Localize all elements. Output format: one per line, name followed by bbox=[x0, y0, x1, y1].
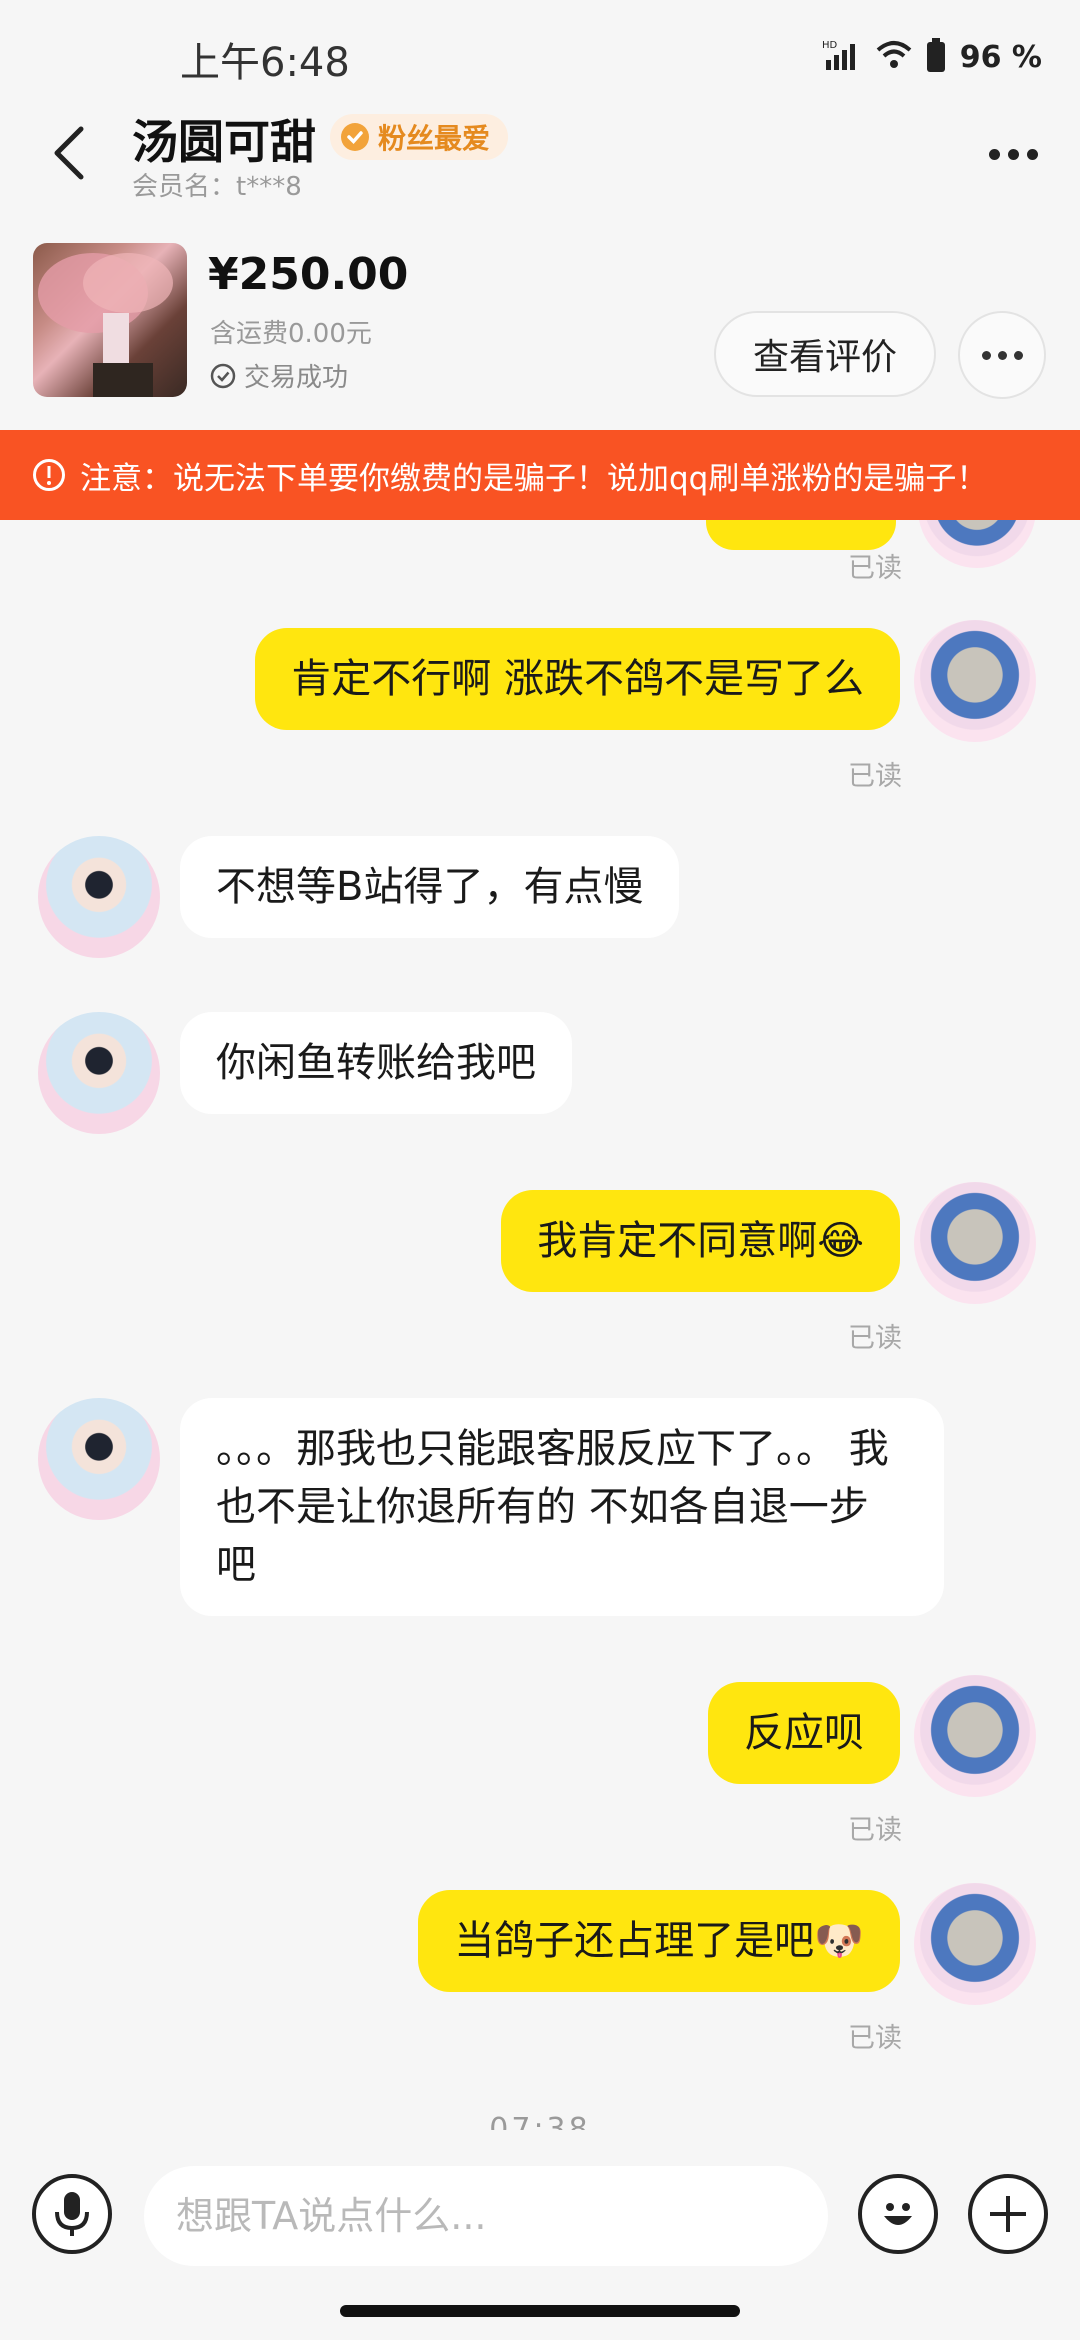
signal-icon: HD bbox=[822, 38, 862, 76]
message-bubble-in[interactable]: 不想等B站得了，有点慢 bbox=[180, 836, 680, 938]
badge-label: 粉丝最爱 bbox=[378, 122, 491, 155]
home-indicator[interactable] bbox=[340, 2305, 740, 2317]
product-price: ¥250.00 bbox=[208, 249, 409, 300]
message-bubble-in[interactable]: 你闲鱼转账给我吧 bbox=[180, 1012, 572, 1114]
avatar-self[interactable] bbox=[918, 520, 1036, 568]
status-bar: 上午6:48 HD 96 % bbox=[0, 0, 1080, 110]
fan-badge: 粉丝最爱 bbox=[330, 114, 509, 160]
product-thumbnail[interactable] bbox=[33, 243, 187, 397]
add-attachment-button[interactable] bbox=[968, 2174, 1048, 2254]
trade-status: 交易成功 bbox=[210, 357, 348, 394]
trade-status-label: 交易成功 bbox=[244, 363, 349, 393]
read-receipt: 已读 bbox=[848, 1815, 902, 1846]
status-icons: HD 96 % bbox=[822, 38, 1042, 76]
chat-header: 汤圆可甜 粉丝最爱 会员名：t***8 bbox=[0, 100, 1080, 210]
view-review-button[interactable]: 查看评价 bbox=[714, 311, 936, 397]
more-menu-button[interactable] bbox=[978, 124, 1048, 184]
read-receipt: 已读 bbox=[848, 1323, 902, 1354]
network-label: HD bbox=[822, 40, 838, 51]
avatar-self[interactable] bbox=[914, 1675, 1036, 1797]
voice-button[interactable] bbox=[32, 2174, 112, 2254]
message-bubble-out[interactable]: 我肯定不同意啊😂 bbox=[501, 1190, 900, 1292]
smiley-icon bbox=[884, 2203, 912, 2225]
message-bubble-out[interactable]: 当鸽子还占理了是吧🐶 bbox=[418, 1890, 900, 1992]
plus-icon bbox=[990, 2196, 1026, 2232]
status-time: 上午6:48 bbox=[180, 40, 350, 86]
input-bar bbox=[0, 2130, 1080, 2280]
battery-icon bbox=[926, 38, 946, 76]
emoji-button[interactable] bbox=[858, 2174, 938, 2254]
read-receipt: 已读 bbox=[848, 2023, 902, 2054]
message-bubble-out[interactable]: 肯定不行啊 涨跌不鸽不是写了么 bbox=[255, 628, 900, 730]
product-card[interactable]: ¥250.00 含运费0.00元 交易成功 查看评价 bbox=[0, 235, 1080, 405]
avatar-self[interactable] bbox=[914, 1182, 1036, 1304]
product-more-button[interactable] bbox=[958, 311, 1046, 399]
battery-percent: 96 % bbox=[959, 39, 1042, 75]
message-list[interactable]: 已读 肯定不行啊 涨跌不鸽不是写了么 已读 不想等B站得了，有点慢 你闲鱼转账给… bbox=[0, 520, 1080, 2130]
avatar-contact[interactable] bbox=[38, 836, 160, 958]
warning-text: 注意：说无法下单要你缴费的是骗子！说加qq刷单涨粉的是骗子！ bbox=[80, 460, 988, 497]
check-circle-icon bbox=[210, 363, 236, 388]
avatar-contact[interactable] bbox=[38, 1398, 160, 1520]
avatar-contact[interactable] bbox=[38, 1012, 160, 1134]
microphone-icon bbox=[55, 2192, 89, 2236]
message-bubble-in[interactable]: 。。。那我也只能跟客服反应下了。。 我也不是让你退所有的 不如各自退一步吧 bbox=[180, 1398, 944, 1616]
read-receipt: 已读 bbox=[848, 553, 902, 584]
member-name: 会员名：t***8 bbox=[132, 172, 302, 202]
back-button[interactable] bbox=[38, 118, 98, 188]
time-divider: 07:38 bbox=[489, 2112, 591, 2130]
shipping-fee: 含运费0.00元 bbox=[210, 319, 372, 349]
chevron-left-icon bbox=[54, 126, 84, 180]
message-bubble-out[interactable]: 反应呗 bbox=[708, 1682, 900, 1784]
message-input[interactable] bbox=[144, 2166, 828, 2266]
alert-circle-icon bbox=[33, 459, 65, 491]
contact-name[interactable]: 汤圆可甜 bbox=[132, 106, 316, 172]
avatar-self[interactable] bbox=[914, 620, 1036, 742]
fraud-warning-banner: 注意：说无法下单要你缴费的是骗子！说加qq刷单涨粉的是骗子！ bbox=[0, 430, 1080, 520]
shield-check-icon bbox=[341, 123, 369, 151]
avatar-self[interactable] bbox=[914, 1883, 1036, 2005]
read-receipt: 已读 bbox=[848, 761, 902, 792]
wifi-icon bbox=[876, 40, 912, 74]
